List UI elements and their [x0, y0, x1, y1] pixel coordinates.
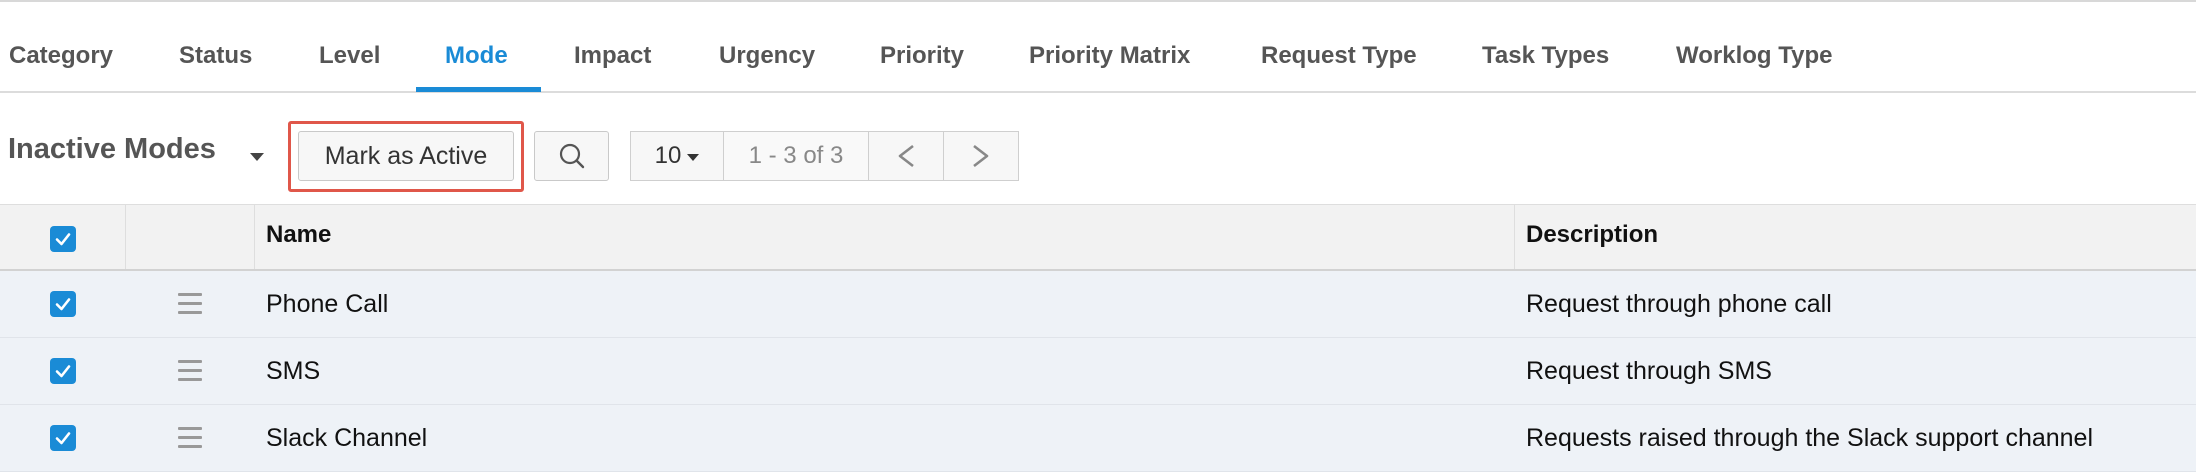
check-icon [55, 233, 71, 246]
tab-priority[interactable]: Priority [880, 2, 964, 91]
drag-handle-icon[interactable] [178, 293, 202, 315]
table-row[interactable]: Slack Channel Requests raised through th… [0, 405, 2196, 472]
tab-category[interactable]: Category [9, 2, 113, 91]
chevron-left-icon [898, 144, 914, 168]
row-name: SMS [266, 357, 321, 385]
select-all-checkbox[interactable] [50, 226, 76, 252]
row-name: Phone Call [266, 290, 389, 318]
column-divider [254, 205, 255, 269]
row-checkbox[interactable] [50, 291, 76, 317]
search-button[interactable] [534, 131, 609, 181]
modes-table: Name Description Phone Call Request thro… [0, 204, 2196, 472]
table-row[interactable]: SMS Request through SMS [0, 338, 2196, 405]
view-selector-title[interactable]: Inactive Modes [8, 133, 216, 166]
tab-priority-matrix[interactable]: Priority Matrix [1029, 2, 1190, 91]
next-page-button[interactable] [943, 131, 1019, 181]
tab-urgency[interactable]: Urgency [719, 2, 815, 91]
check-icon [55, 298, 71, 311]
column-header-name[interactable]: Name [266, 205, 331, 265]
active-tab-indicator [416, 87, 541, 92]
tab-request-type[interactable]: Request Type [1261, 2, 1417, 91]
column-divider [1514, 205, 1515, 269]
table-row[interactable]: Phone Call Request through phone call [0, 271, 2196, 338]
view-dropdown-caret-icon[interactable] [250, 153, 264, 161]
tab-mode[interactable]: Mode [445, 2, 508, 91]
row-description: Request through SMS [1526, 357, 1772, 385]
row-checkbox[interactable] [50, 425, 76, 451]
tab-worklog-type[interactable]: Worklog Type [1676, 2, 1832, 91]
tab-task-types[interactable]: Task Types [1482, 2, 1609, 91]
tab-impact[interactable]: Impact [574, 2, 651, 91]
row-name: Slack Channel [266, 424, 428, 452]
chevron-right-icon [973, 144, 989, 168]
column-divider [125, 205, 126, 269]
drag-handle-icon[interactable] [178, 360, 202, 382]
previous-page-button[interactable] [868, 131, 944, 181]
column-header-description[interactable]: Description [1526, 205, 1658, 265]
pagination: 10 1 - 3 of 3 [630, 131, 1019, 181]
mark-as-active-button[interactable]: Mark as Active [298, 131, 514, 181]
table-header: Name Description [0, 204, 2196, 271]
tab-level[interactable]: Level [319, 2, 380, 91]
row-checkbox[interactable] [50, 358, 76, 384]
page-size-value: 10 [654, 142, 682, 169]
row-description: Request through phone call [1526, 290, 1832, 318]
page-size-caret-icon [687, 154, 700, 161]
row-description: Requests raised through the Slack suppor… [1526, 424, 2094, 452]
check-icon [55, 365, 71, 378]
tab-bar: Category Status Level Mode Impact Urgenc… [0, 2, 2196, 93]
tab-status[interactable]: Status [179, 2, 252, 91]
page-size-select[interactable]: 10 [630, 131, 724, 181]
drag-handle-icon[interactable] [178, 427, 202, 449]
search-icon [559, 143, 584, 169]
page-range-info: 1 - 3 of 3 [723, 131, 869, 181]
check-icon [55, 432, 71, 445]
